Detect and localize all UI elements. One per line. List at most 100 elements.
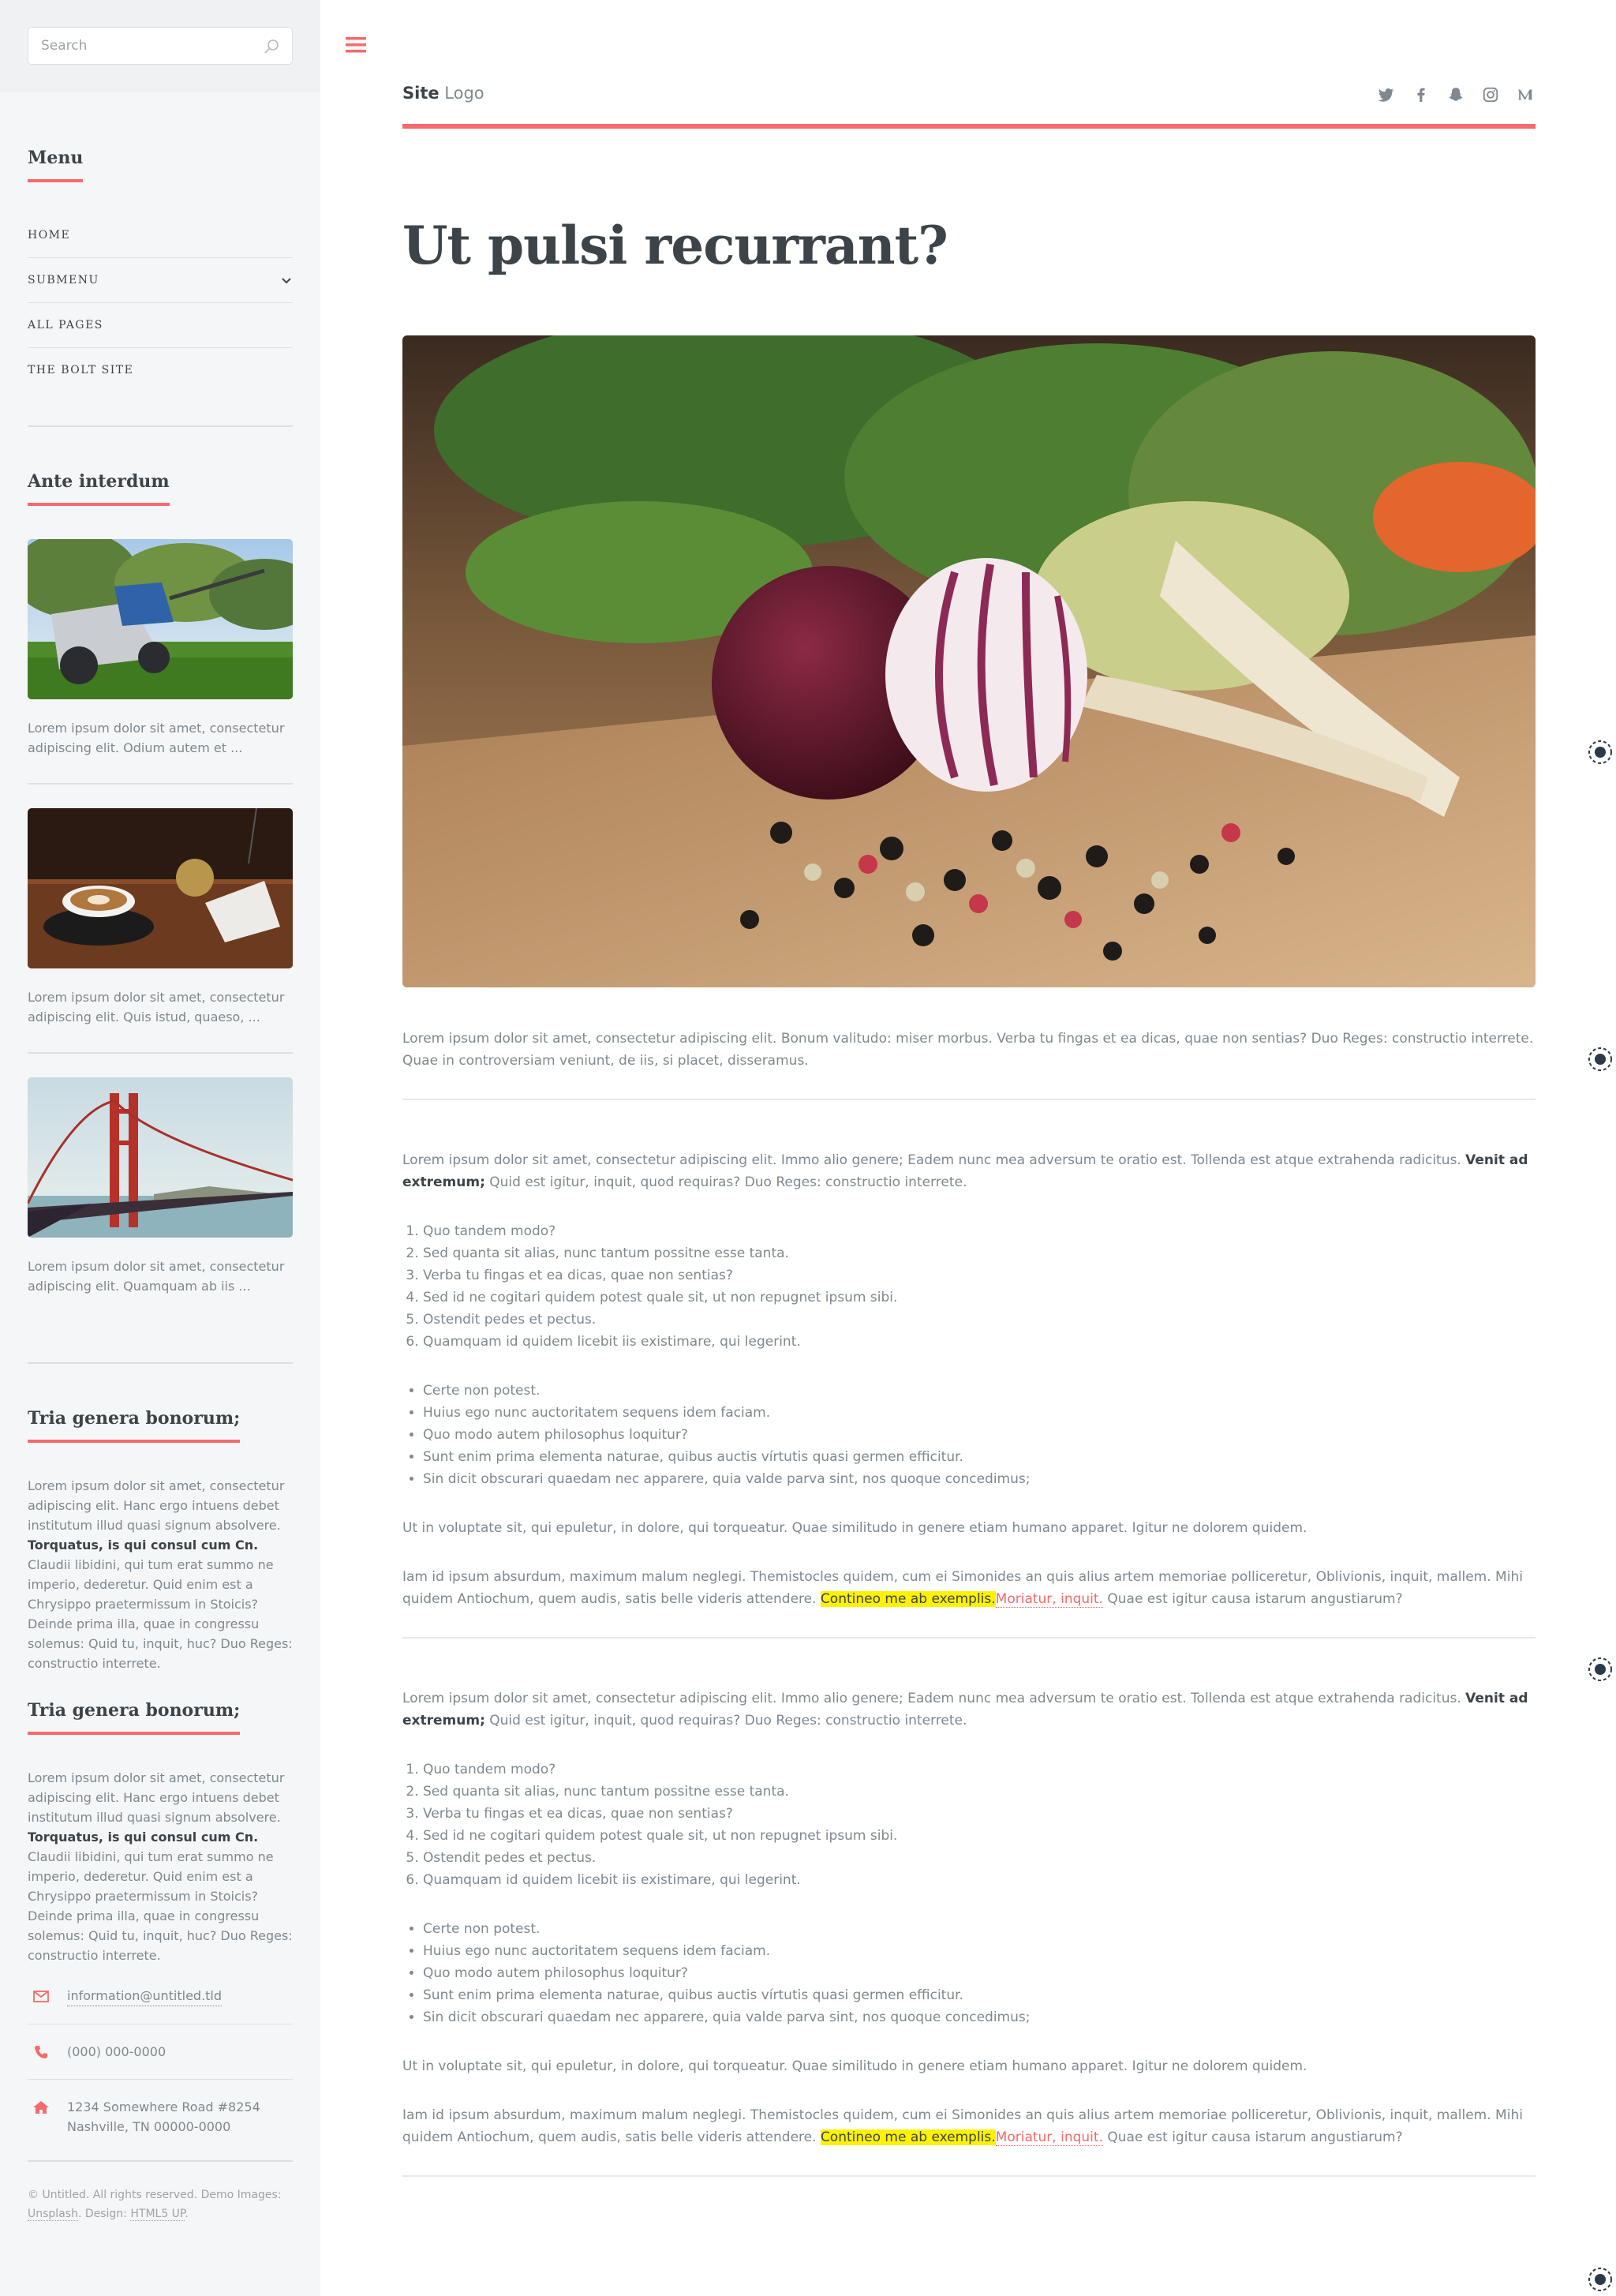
list-item: Sed id ne cogitari quidem potest quale s… [423,1825,1536,1847]
list-item: Quamquam id quidem licebit iis existimar… [423,1869,1536,1891]
mini-post: Lorem ipsum dolor sit amet, consectetur … [28,539,293,758]
section-paragraph: Lorem ipsum dolor sit amet, consectetur … [402,1149,1536,1193]
list-item: Sin dicit obscurari quaedam nec apparere… [423,1468,1536,1490]
instagram-icon[interactable] [1482,86,1499,103]
phone-number: (000) 000-0000 [67,2044,166,2059]
contact-list: information@untitled.tld (000) 000-0000 … [28,1983,293,2154]
hero-image [402,335,1536,987]
paragraph-text: Quid est igitur, inquit, quod requiras? … [489,1174,967,1190]
email-link[interactable]: information@untitled.tld [67,1986,223,2006]
block-text-bold: Torquatus, is qui consul cum Cn. [28,1830,259,1845]
list-item: Quo modo autem philosophus loquitur? [423,1424,1536,1446]
home-icon [33,2101,49,2114]
block-text: Lorem ipsum dolor sit amet, consectetur … [28,1476,293,1673]
search-box [28,27,293,65]
address: 1234 Somewhere Road #8254 Nashville, TN 0… [67,2097,260,2137]
design-label: . Design: [77,2208,127,2220]
list-item: Ostendit pedes et pectus. [423,1847,1536,1869]
highlighted-text: Contineo me ab exemplis. [820,2129,996,2145]
inline-link[interactable]: Moriatur, inquit. [995,2129,1103,2146]
list-item: Sunt enim prima elementa naturae, quibus… [423,1446,1536,1468]
address-line-2: Nashville, TN 00000-0000 [67,2119,231,2134]
paragraph-text: Lorem ipsum dolor sit amet, consectetur … [402,1152,1461,1168]
article-content: Lorem ipsum dolor sit amet, consectetur … [402,1028,1536,2226]
bridge-image[interactable] [28,1077,293,1238]
hamburger-menu-icon[interactable] [344,33,368,57]
search-icon[interactable] [262,37,281,56]
address-line-1: 1234 Somewhere Road #8254 [67,2099,260,2114]
paragraph-text: Quae est igitur causa istarum angustiaru… [1107,1591,1403,1607]
block-text-a: Lorem ipsum dolor sit amet, consectetur … [28,1770,285,1825]
copyright-end: . [185,2208,189,2220]
list-item: Huius ego nunc auctoritatem sequens idem… [423,1402,1536,1424]
block-text-bold: Torquatus, is qui consul cum Cn. [28,1538,259,1553]
logo-bold: Site [402,84,440,103]
twitter-icon[interactable] [1378,86,1395,103]
target-widget-icon[interactable] [1584,1043,1616,1075]
page-title: Ut pulsi recurrant? [402,215,948,276]
menu-heading: Menu [28,148,84,182]
social-icons [1378,86,1534,103]
list-item: Quo tandem modo? [423,1220,1536,1242]
paragraph-text: Lorem ipsum dolor sit amet, consectetur … [402,1691,1461,1706]
block-heading: Tria genera bonorum; [28,1700,241,1735]
contact-address: 1234 Somewhere Road #8254 Nashville, TN 0… [28,2079,293,2154]
list-item: Huius ego nunc auctoritatem sequens idem… [423,1940,1536,1962]
mini-post-text: Lorem ipsum dolor sit amet, consectetur … [28,721,285,755]
section-paragraph: Lorem ipsum dolor sit amet, consectetur … [402,1687,1536,1732]
section-paragraph: Iam id ipsum absurdum, maximum malum neg… [402,2104,1536,2148]
block-text-b: Claudii libidini, qui tum erat summo ne … [28,1849,293,1963]
target-widget-icon[interactable] [1584,2264,1616,2295]
logo-rest: Logo [444,84,484,103]
contact-email: information@untitled.tld [28,1983,293,2024]
html5up-link[interactable]: HTML5 UP [130,2208,185,2221]
menu-item-home[interactable]: HOME [28,212,293,257]
menu-item-submenu[interactable]: SUBMENU [28,257,293,302]
snapchat-icon[interactable] [1447,86,1464,103]
menu-item-label: SUBMENU [28,274,99,287]
lawn-mower-image[interactable] [28,539,293,699]
target-widget-icon[interactable] [1584,1654,1616,1685]
highlighted-text: Contineo me ab exemplis. [820,1591,996,1607]
coffee-image[interactable] [28,808,293,968]
paragraph-text: Quid est igitur, inquit, quod requiras? … [489,1713,967,1729]
search-section [0,0,320,92]
main-content: Site Logo Ut pulsi recurrant? Lorem ipsu… [320,0,1616,2296]
site-header: Site Logo [402,79,1536,129]
target-widget-icon[interactable] [1584,736,1616,768]
menu-item-all-pages[interactable]: ALL PAGES [28,302,293,347]
block-text-a: Lorem ipsum dolor sit amet, consectetur … [28,1478,285,1533]
sidebar: Menu HOME SUBMENU ALL PAGES THE BOLT SIT… [0,0,320,2296]
ordered-list: Quo tandem modo? Sed quanta sit alias, n… [423,1759,1536,1891]
chevron-down-icon[interactable] [280,274,293,287]
facebook-icon[interactable] [1412,86,1430,103]
intro-paragraph: Lorem ipsum dolor sit amet, consectetur … [402,1031,1534,1069]
block-text-b: Claudii libidini, qui tum erat summo ne … [28,1557,293,1671]
list-item: Quamquam id quidem licebit iis existimar… [423,1331,1536,1353]
search-input[interactable] [28,28,292,64]
inline-link[interactable]: Moriatur, inquit. [995,1591,1103,1608]
section-paragraph: Ut in voluptate sit, qui epuletur, in do… [402,1520,1307,1536]
list-item: Sed quanta sit alias, nunc tantum possit… [423,1781,1536,1803]
site-logo[interactable]: Site Logo [402,84,484,103]
section-paragraph: Ut in voluptate sit, qui epuletur, in do… [402,2058,1307,2074]
envelope-icon [33,1991,49,2002]
block-text: Lorem ipsum dolor sit amet, consectetur … [28,1768,293,1965]
divider [402,1637,1536,1639]
unsplash-link[interactable]: Unsplash [28,2208,78,2221]
list-item: Sin dicit obscurari quaedam nec apparere… [423,2006,1536,2028]
menu-item-bolt-site[interactable]: THE BOLT SITE [28,347,293,392]
list-item: Sed id ne cogitari quidem potest quale s… [423,1287,1536,1309]
phone-icon [35,2046,47,2058]
paragraph-text: Quae est igitur causa istarum angustiaru… [1107,2129,1403,2145]
section-paragraph: Iam id ipsum absurdum, maximum malum neg… [402,1566,1536,1610]
divider [28,425,293,427]
mini-post-text: Lorem ipsum dolor sit amet, consectetur … [28,990,285,1024]
featured-heading: Ante interdum [28,471,170,506]
mini-post: Lorem ipsum dolor sit amet, consectetur … [28,783,293,1027]
unordered-list: Certe non potest. Huius ego nunc auctori… [423,1918,1536,2028]
divider [402,1099,1536,1100]
menu-item-label: ALL PAGES [28,319,103,331]
medium-icon[interactable] [1517,86,1534,103]
divider [28,1362,293,1364]
